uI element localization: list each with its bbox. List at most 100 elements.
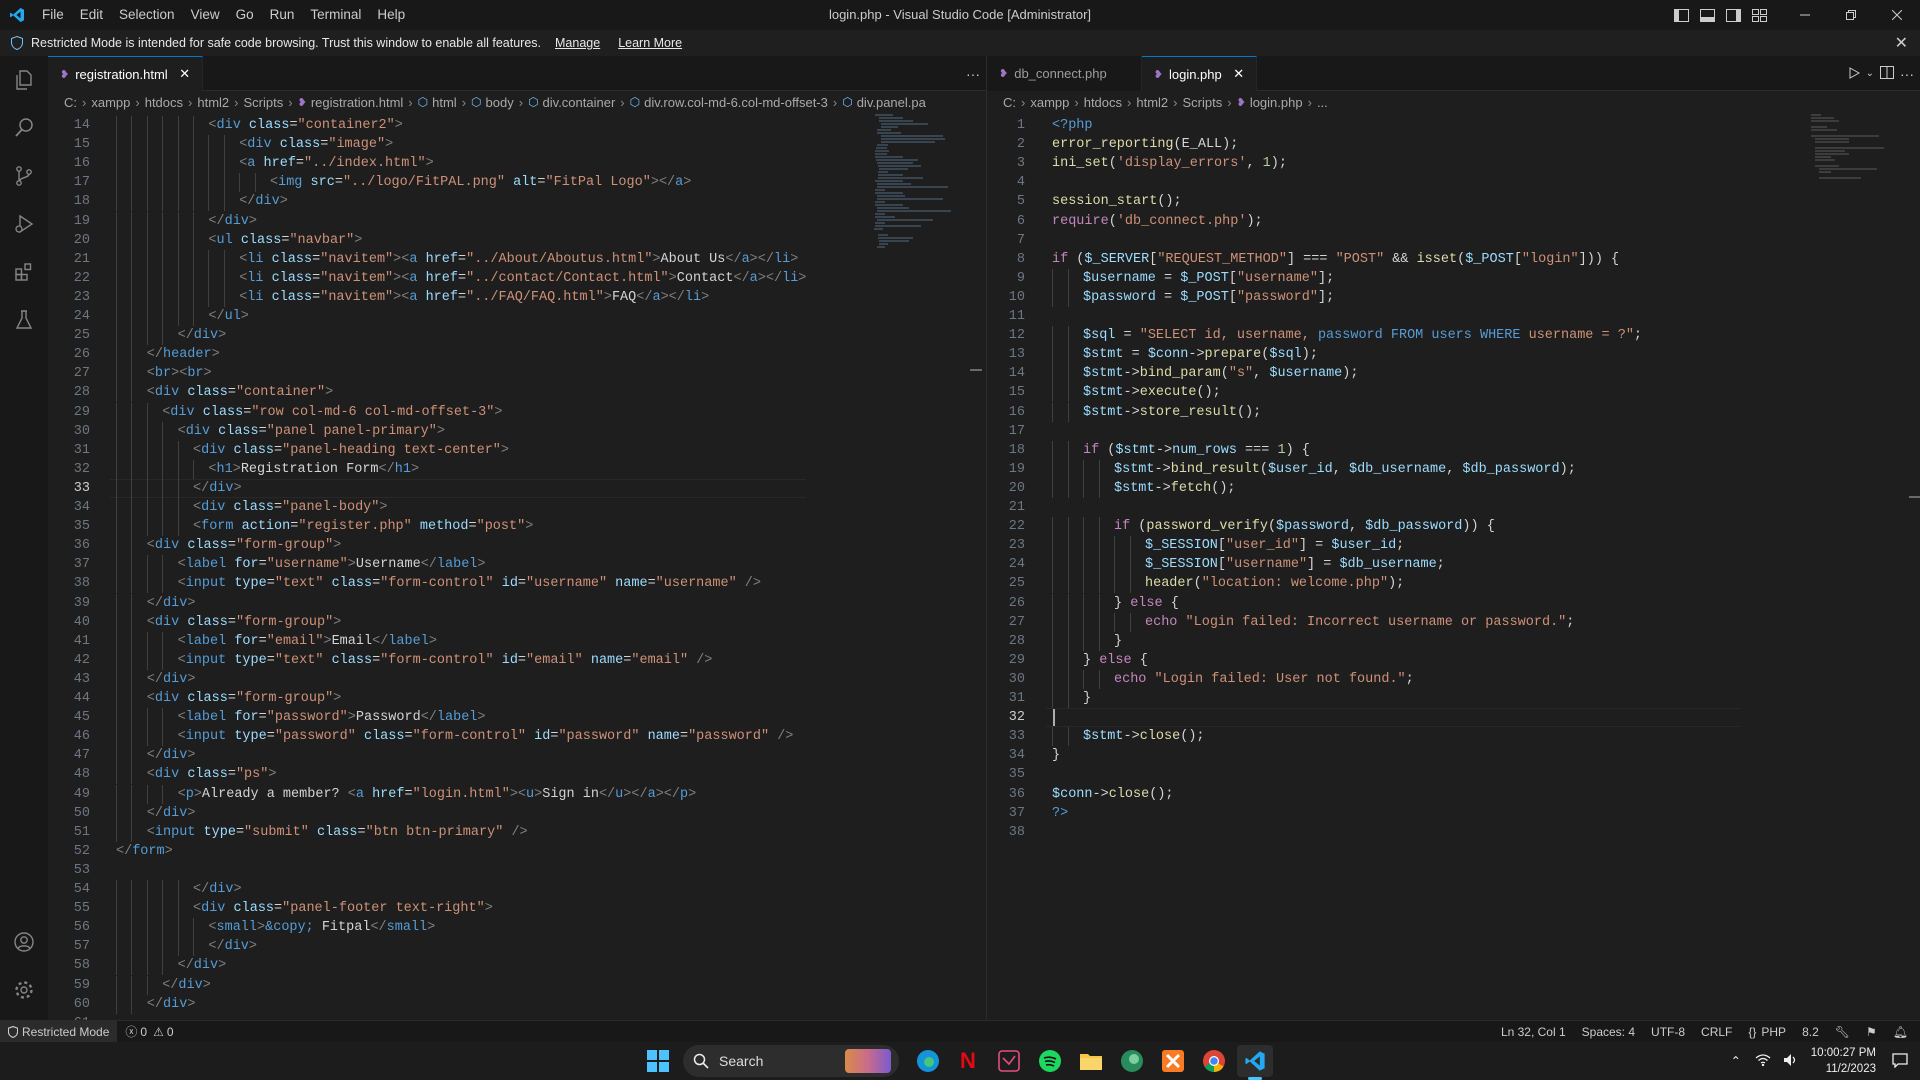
breadcrumb-item[interactable]: › xampp (77, 95, 130, 110)
end-of-line[interactable]: CRLF (1693, 1021, 1740, 1043)
restricted-mode-status[interactable]: Restricted Mode (0, 1020, 118, 1043)
chevron-down-icon[interactable]: ⌄ (1866, 68, 1874, 79)
menu-terminal[interactable]: Terminal (302, 0, 369, 30)
close-window-icon[interactable] (1874, 0, 1920, 30)
indent-guide (223, 249, 225, 269)
xampp-icon[interactable] (1155, 1045, 1191, 1077)
code-text: echo "Login failed: Incorrect username o… (1145, 614, 1575, 630)
explorer-icon[interactable] (0, 56, 48, 104)
indent-guide (116, 517, 117, 537)
menu-file[interactable]: File (34, 0, 72, 30)
source-control-icon[interactable] (0, 152, 48, 200)
indent-guide (131, 746, 133, 766)
wifi-icon[interactable] (1749, 1053, 1777, 1069)
cursor-position[interactable]: Ln 32, Col 1 (1493, 1021, 1574, 1043)
breadcrumb-item[interactable]: › html2 (183, 95, 229, 110)
minimap[interactable] (1809, 113, 1889, 183)
notification-center-icon[interactable] (1888, 1052, 1920, 1071)
code-text: $stmt->close(); (1083, 729, 1205, 745)
edge-browser-icon[interactable] (910, 1045, 946, 1077)
volume-icon[interactable] (1777, 1053, 1805, 1070)
breadcrumb-item[interactable]: › htdocs (1069, 95, 1122, 110)
testing-icon[interactable] (0, 296, 48, 344)
customize-layout-icon[interactable] (1746, 0, 1772, 30)
menu-edit[interactable]: Edit (72, 0, 111, 30)
encoding[interactable]: UTF-8 (1643, 1021, 1693, 1043)
todo-app-icon[interactable] (991, 1045, 1027, 1077)
breadcrumb-item[interactable]: › xampp (1016, 95, 1069, 110)
code-line: 44 <div class="form-group"> (48, 689, 986, 708)
windows-start-icon[interactable] (640, 1045, 676, 1077)
menu-help[interactable]: Help (369, 0, 413, 30)
clock[interactable]: 10:00:27 PM 11/2/2023 (1805, 1045, 1888, 1077)
breadcrumb-item[interactable]: › ❥ registration.html (283, 95, 403, 110)
search-icon[interactable] (0, 104, 48, 152)
problems-status[interactable]: ⓧ 0 ⚠ 0 (117, 1021, 181, 1043)
taskbar-search[interactable]: Search (683, 1045, 899, 1077)
chevron-up-icon[interactable]: ⌃ (1723, 1054, 1749, 1068)
breadcrumb-item[interactable]: › ⬡ body (457, 95, 514, 110)
file-explorer-icon[interactable] (1073, 1045, 1109, 1077)
split-editor-icon[interactable] (1880, 65, 1894, 82)
indent-guide (1129, 536, 1131, 556)
toggle-secondary-sidebar-icon[interactable] (1720, 0, 1746, 30)
editor-group-right: ❥ db_connect.php ✕ ❥ login.php ✕ ⌄ ··· C… (986, 56, 1920, 1020)
code-editor[interactable]: 14 <div class="container2"> 15 <div class="… (48, 113, 986, 1020)
minimize-icon[interactable] (1782, 0, 1828, 30)
language-mode[interactable]: {} PHP (1740, 1021, 1794, 1043)
more-actions-icon[interactable]: ··· (1900, 66, 1914, 82)
wrench-icon[interactable]: 🔧︎ (1827, 1021, 1858, 1043)
notifications-bell-icon[interactable]: 🔔︎ (1885, 1021, 1916, 1043)
extensions-icon[interactable] (0, 248, 48, 296)
menu-run[interactable]: Run (262, 0, 303, 30)
close-banner-icon[interactable]: ✕ (1895, 33, 1908, 53)
breadcrumb-item[interactable]: › html2 (1122, 95, 1168, 110)
spotify-icon[interactable] (1032, 1045, 1068, 1077)
indent-guide (162, 230, 164, 250)
netflix-icon[interactable]: N (950, 1045, 986, 1077)
breadcrumb-item[interactable]: › Scripts (1168, 95, 1222, 110)
code-text: </div> (239, 194, 288, 210)
feedback-icon[interactable]: ⚑ (1858, 1021, 1885, 1043)
breadcrumb-item[interactable]: › ⬡ div.row.col-md-6.col-md-offset-3 (615, 95, 828, 110)
manage-gear-icon[interactable] (0, 966, 48, 1014)
menu-go[interactable]: Go (228, 0, 262, 30)
line-number: 40 (73, 614, 90, 630)
breadcrumb-item[interactable]: › ⬡ div.panel.pa (828, 95, 926, 110)
tab-registration-html[interactable]: ❥ registration.html ✕ (48, 56, 203, 91)
line-number: 1 (1016, 118, 1025, 133)
run-and-debug-icon[interactable] (0, 200, 48, 248)
edge-dev-icon[interactable] (1114, 1045, 1150, 1077)
manage-link[interactable]: Manage (555, 36, 600, 50)
indentation[interactable]: Spaces: 4 (1574, 1021, 1643, 1043)
breadcrumb-label: Scripts (1182, 94, 1223, 110)
tab-login-php[interactable]: ❥ login.php ✕ (1141, 56, 1257, 91)
restore-icon[interactable] (1828, 0, 1874, 30)
vscode-taskbar-icon[interactable] (1237, 1045, 1273, 1077)
breadcrumb-item[interactable]: › ❥ login.php (1222, 95, 1302, 110)
menu-selection[interactable]: Selection (111, 0, 183, 30)
minimap[interactable] (873, 113, 963, 253)
toggle-panel-icon[interactable] (1694, 0, 1720, 30)
breadcrumb-item[interactable]: ›... (1303, 95, 1328, 110)
breadcrumb-item[interactable]: C: (1003, 95, 1016, 110)
accounts-icon[interactable] (0, 918, 48, 966)
breadcrumb-item[interactable]: › ⬡ html (403, 95, 456, 110)
php-version[interactable]: 8.2 (1794, 1021, 1827, 1043)
run-file-icon[interactable] (1848, 66, 1860, 82)
breadcrumb-item[interactable]: › htdocs (130, 95, 183, 110)
breadcrumb-item[interactable]: C: (64, 95, 77, 110)
line-number: 19 (73, 213, 90, 229)
toggle-primary-sidebar-icon[interactable] (1668, 0, 1694, 30)
learn-more-link[interactable]: Learn More (618, 36, 682, 50)
tab-db-connect-php[interactable]: ❥ db_connect.php ✕ (987, 56, 1142, 91)
close-tab-icon[interactable]: ✕ (1232, 66, 1246, 82)
chrome-icon[interactable] (1196, 1045, 1232, 1077)
menu-view[interactable]: View (183, 0, 228, 30)
indent-guide (162, 498, 164, 517)
close-tab-icon[interactable]: ✕ (178, 66, 192, 82)
breadcrumb-item[interactable]: › Scripts (229, 95, 283, 110)
code-editor[interactable]: 1 <?php 2 error_reporting(E_ALL); 3 ini_set('… (987, 113, 1920, 1020)
breadcrumb-item[interactable]: › ⬡ div.container (514, 95, 616, 110)
more-actions-icon[interactable]: ··· (966, 66, 980, 82)
